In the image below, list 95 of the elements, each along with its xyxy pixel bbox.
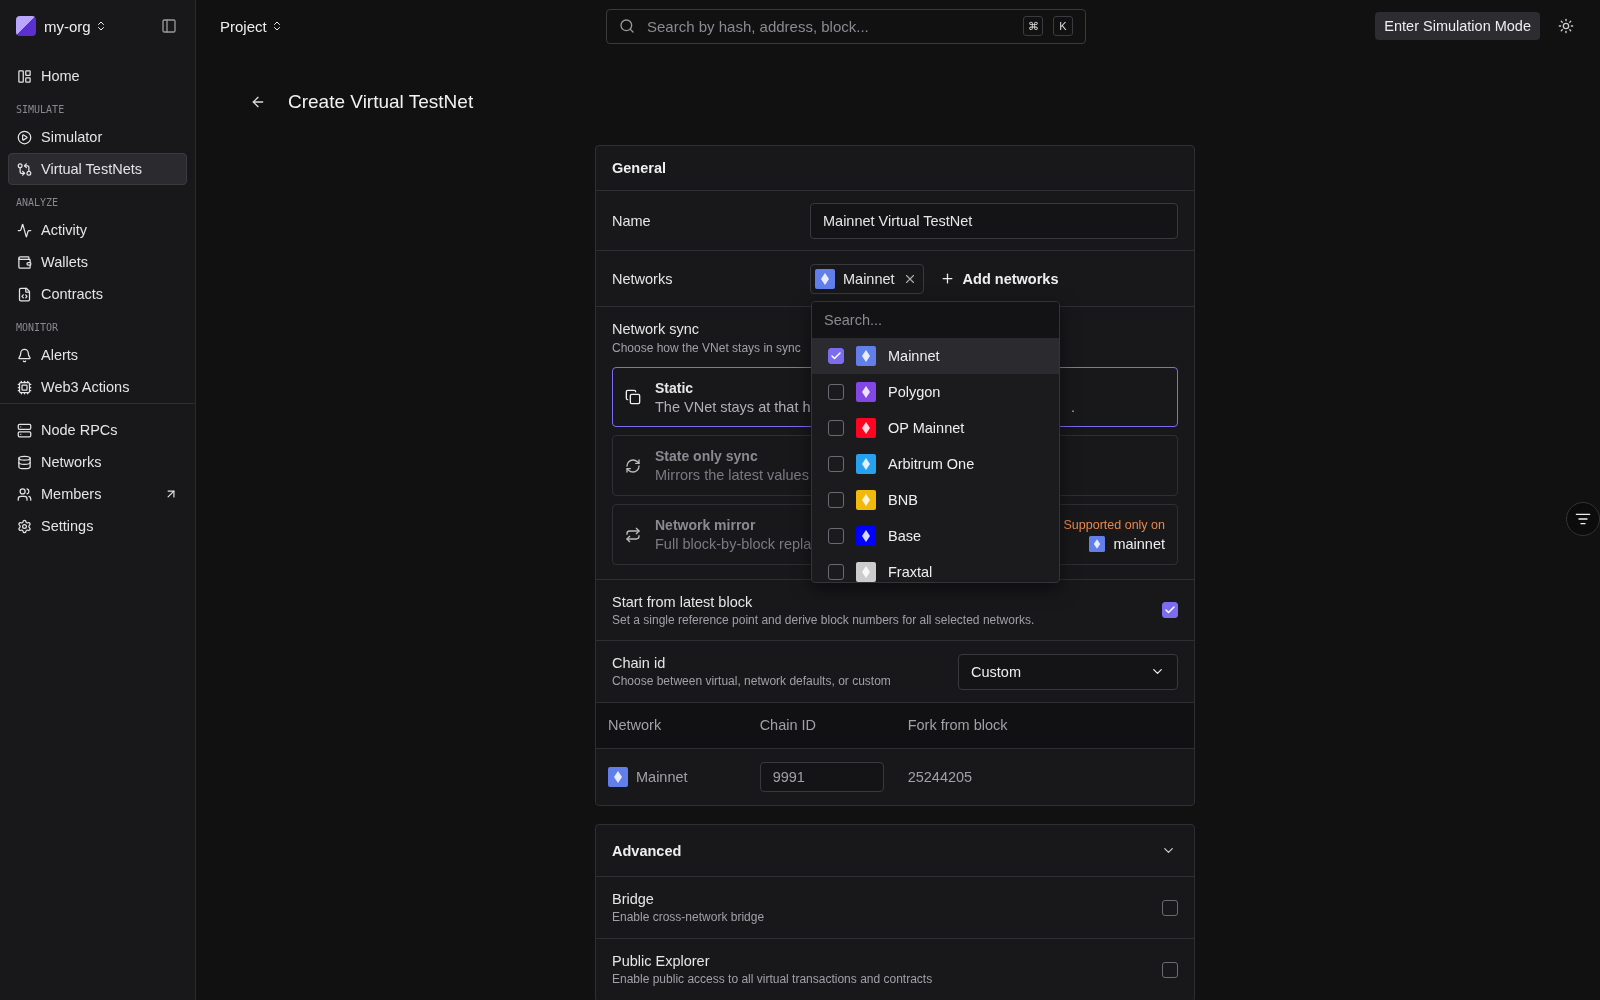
nav-icon bbox=[17, 379, 32, 395]
sidebar-toggle-icon[interactable] bbox=[159, 16, 179, 36]
nav-icon bbox=[17, 222, 32, 238]
card-title: Advanced bbox=[612, 842, 682, 859]
sidebar-item[interactable]: Activity bbox=[8, 214, 187, 246]
section-heading: MONITOR bbox=[15, 321, 60, 335]
page-title: Create Virtual TestNet bbox=[288, 91, 474, 113]
field-label: Network sync bbox=[612, 321, 700, 337]
checkbox[interactable] bbox=[828, 564, 844, 580]
sidebar-item[interactable]: Wallets bbox=[8, 246, 187, 278]
option-description: Mirrors the latest values bbox=[655, 467, 809, 483]
chain-id-select[interactable]: Custom bbox=[958, 653, 1178, 690]
filter-list-icon[interactable] bbox=[1566, 502, 1600, 536]
org-logo-icon bbox=[16, 16, 36, 36]
sidebar-item[interactable]: Simulator bbox=[8, 121, 187, 153]
search-icon bbox=[619, 18, 635, 34]
option-title: Static bbox=[655, 379, 694, 396]
checkbox[interactable] bbox=[1162, 961, 1178, 978]
sidebar-item[interactable]: Alerts bbox=[8, 339, 187, 371]
shortcut-key: K bbox=[1053, 16, 1073, 36]
sidebar-item[interactable]: Web3 Actions bbox=[8, 371, 187, 403]
nav-icon bbox=[17, 422, 32, 438]
plus-icon bbox=[939, 271, 955, 286]
sync-icon bbox=[625, 457, 641, 474]
sidebar-item[interactable]: Networks bbox=[8, 446, 187, 478]
shortcut-key: ⌘ bbox=[1023, 16, 1043, 36]
network-label: mainnet bbox=[1113, 535, 1165, 552]
section-heading: SIMULATE bbox=[15, 103, 66, 117]
org-switcher[interactable]: my-org bbox=[44, 17, 107, 35]
field-label: Chain id bbox=[612, 655, 666, 671]
network-chip[interactable]: Mainnet bbox=[810, 263, 924, 294]
sync-icon bbox=[625, 526, 641, 543]
nav-icon bbox=[17, 129, 32, 145]
nav-icon bbox=[17, 286, 32, 302]
field-label: Public Explorer bbox=[612, 953, 710, 969]
column-header: Fork from block bbox=[895, 703, 1194, 748]
checkbox[interactable] bbox=[1162, 602, 1178, 618]
network-logo-icon bbox=[1089, 535, 1106, 552]
table-cell: 25244205 bbox=[895, 748, 1194, 805]
name-field[interactable]: Mainnet Virtual TestNet bbox=[810, 202, 1178, 239]
field-label: Bridge bbox=[612, 891, 654, 907]
field-label: Networks bbox=[612, 270, 673, 287]
sidebar-item[interactable]: Home bbox=[8, 60, 187, 92]
column-header: Chain ID bbox=[747, 703, 896, 748]
checkbox[interactable] bbox=[1162, 899, 1178, 916]
simulation-mode-button[interactable]: Enter Simulation Mode bbox=[1375, 12, 1540, 40]
search-input[interactable]: Search by hash, address, block... bbox=[645, 16, 1013, 36]
sidebar-item[interactable]: Node RPCs bbox=[8, 414, 187, 446]
add-networks-button[interactable]: Add networks bbox=[933, 269, 1065, 288]
sidebar-item[interactable]: Settings bbox=[8, 510, 187, 542]
nav-icon bbox=[17, 68, 32, 84]
field-description: Set a single reference point and derive block numbers for all selected networks. bbox=[612, 612, 1035, 627]
section-heading: ANALYZE bbox=[15, 196, 60, 210]
option-description: Full block-by-block repla bbox=[655, 536, 812, 552]
checkbox[interactable] bbox=[828, 528, 844, 544]
check-icon bbox=[830, 350, 842, 362]
sidebar-item[interactable]: Contracts bbox=[8, 278, 187, 310]
nav-icon bbox=[17, 161, 32, 177]
nav-icon bbox=[17, 254, 32, 270]
support-note: Supported only on bbox=[1063, 517, 1165, 532]
dropdown-item[interactable]: Mainnet bbox=[812, 338, 1059, 374]
dropdown-item[interactable]: Base bbox=[812, 518, 1059, 554]
table-cell: Mainnet bbox=[636, 768, 688, 785]
check-icon bbox=[1164, 604, 1176, 616]
option-description: . bbox=[1070, 398, 1075, 415]
field-label: Name bbox=[612, 212, 651, 229]
project-switcher[interactable]: Project bbox=[220, 17, 590, 35]
checkbox[interactable] bbox=[828, 348, 844, 364]
theme-toggle-icon[interactable] bbox=[1556, 16, 1576, 36]
checkbox[interactable] bbox=[828, 420, 844, 436]
option-title: Network mirror bbox=[655, 517, 756, 533]
field-description: Enable public access to all virtual transactions and contracts bbox=[612, 972, 933, 986]
column-header: Network bbox=[596, 703, 748, 748]
chain-id-field[interactable]: 9991 bbox=[759, 761, 884, 792]
field-description: Choose between virtual, network defaults, or custom bbox=[612, 674, 891, 688]
checkbox[interactable] bbox=[828, 456, 844, 472]
nav-icon bbox=[17, 454, 32, 470]
card-title: General bbox=[612, 160, 666, 176]
option-description: The VNet stays at that h bbox=[655, 398, 811, 415]
dropdown-search-field[interactable]: Search... bbox=[812, 302, 1059, 338]
field-description: Enable cross-network bridge bbox=[612, 910, 765, 924]
checkbox[interactable] bbox=[828, 492, 844, 508]
sync-icon bbox=[625, 389, 641, 405]
field-description: Choose how the VNet stays in sync bbox=[612, 341, 801, 355]
sidebar-item[interactable]: Virtual TestNets bbox=[8, 153, 187, 185]
nav-icon bbox=[17, 347, 32, 363]
option-title: State only sync bbox=[655, 448, 758, 464]
checkbox[interactable] bbox=[828, 384, 844, 400]
nav-icon bbox=[17, 518, 32, 534]
nav-icon bbox=[17, 486, 32, 502]
sidebar-item[interactable]: Members bbox=[8, 478, 187, 510]
dropdown-item[interactable]: Arbitrum One bbox=[812, 446, 1059, 482]
field-label: Start from latest block bbox=[612, 593, 753, 610]
search-field[interactable]: Search by hash, address, block... ⌘ K bbox=[606, 8, 1086, 44]
dropdown-item[interactable]: Polygon bbox=[812, 374, 1059, 410]
